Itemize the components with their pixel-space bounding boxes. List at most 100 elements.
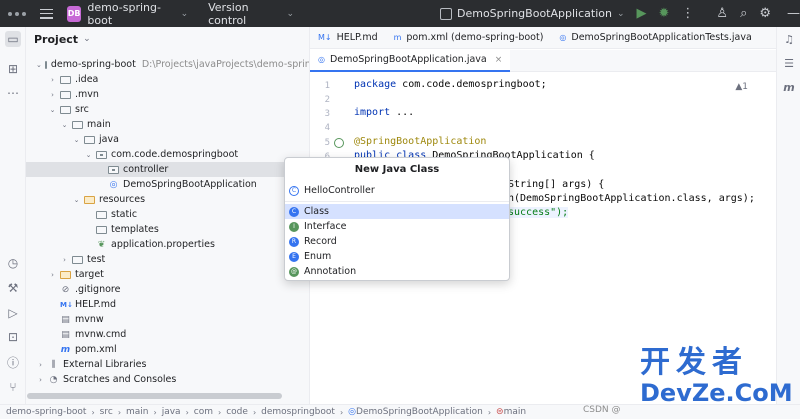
breadcrumb-item[interactable]: code bbox=[226, 407, 248, 417]
tree-item[interactable]: ⌄ src bbox=[26, 102, 309, 117]
tree-item[interactable]: ⌄ main bbox=[26, 117, 309, 132]
terminal-tool-icon[interactable]: ⊡ bbox=[5, 329, 21, 345]
build-tool-icon[interactable]: ⚒ bbox=[5, 280, 21, 296]
chevron-right-icon[interactable]: › bbox=[36, 376, 45, 384]
editor-tab[interactable]: M↓ HELP.md bbox=[310, 27, 386, 49]
code-line-3[interactable]: import ... bbox=[354, 107, 414, 118]
breadcrumb-item[interactable]: demospringboot bbox=[261, 407, 335, 417]
debug-icon[interactable]: ✹ bbox=[659, 6, 670, 21]
tree-item[interactable]: › target bbox=[26, 267, 309, 282]
breadcrumb-item[interactable]: ◎ DemoSpringBootApplication bbox=[348, 407, 483, 417]
tree-item[interactable]: ⊘ .gitignore bbox=[26, 282, 309, 297]
chevron-down-icon[interactable]: ⌄ bbox=[36, 61, 42, 69]
editor-tab[interactable]: ◎ DemoSpringBootApplication.java × bbox=[310, 49, 511, 72]
class-kind-option[interactable]: E Enum bbox=[285, 249, 509, 264]
tree-item[interactable]: static bbox=[26, 207, 309, 222]
chevron-down-icon[interactable]: ⌄ bbox=[48, 106, 57, 114]
tree-item[interactable]: ▤ mvnw bbox=[26, 312, 309, 327]
minimize-icon[interactable]: — bbox=[787, 6, 800, 21]
git-tool-icon[interactable]: ⑂ bbox=[5, 379, 21, 395]
run-config-selector[interactable]: DemoSpringBootApplication ⌄ bbox=[439, 0, 625, 27]
spring-bean-gutter-icon[interactable] bbox=[334, 138, 344, 148]
chevron-right-icon[interactable]: › bbox=[48, 91, 57, 99]
breadcrumb-item[interactable]: java bbox=[162, 407, 181, 417]
project-switcher[interactable]: demo-spring-boot ⌄ bbox=[81, 0, 188, 27]
breadcrumb-item[interactable]: src bbox=[100, 407, 113, 417]
class-kind-option[interactable]: I Interface bbox=[285, 219, 509, 234]
tree-item-label: mvnw bbox=[75, 314, 104, 325]
tree-item[interactable]: controller bbox=[26, 162, 309, 177]
class-kind-option[interactable]: C Class bbox=[285, 204, 509, 219]
chevron-down-icon[interactable]: ⌄ bbox=[72, 196, 81, 204]
resources-folder-icon bbox=[84, 195, 95, 204]
structure-tool-icon[interactable]: ⊞ bbox=[5, 61, 21, 77]
chevron-right-icon[interactable]: › bbox=[48, 76, 57, 84]
add-user-icon[interactable]: ♙ bbox=[716, 6, 728, 21]
inspection-widget[interactable]: ▲1 bbox=[735, 82, 748, 92]
chevron-right-icon[interactable]: › bbox=[48, 271, 57, 279]
more-actions-icon[interactable]: ⋮ bbox=[681, 6, 694, 21]
more-tools-icon[interactable]: ⋯ bbox=[5, 85, 21, 101]
class-kind-option[interactable]: @ Annotation bbox=[285, 264, 509, 279]
tree-item[interactable]: ⌄ demo-spring-boot D:\Projects\javaProject… bbox=[26, 57, 309, 72]
breadcrumb-item[interactable]: ⊜ main bbox=[496, 407, 526, 417]
chevron-right-icon[interactable]: › bbox=[60, 256, 69, 264]
notifications-icon[interactable]: ♫ bbox=[782, 33, 796, 47]
settings-gear-icon[interactable]: ⚙ bbox=[759, 6, 771, 21]
class-name-input[interactable] bbox=[304, 185, 484, 196]
breadcrumb-item[interactable]: demo-spring-boot bbox=[6, 407, 86, 417]
database-icon[interactable]: ☰ bbox=[782, 57, 796, 71]
tree-item[interactable]: ◎ DemoSpringBootApplication bbox=[26, 177, 309, 192]
maven-tool-icon[interactable]: m bbox=[782, 81, 796, 95]
code-line-6[interactable]: @SpringBootApplication bbox=[354, 136, 486, 147]
code-line-main-signature[interactable]: String[] args) { bbox=[508, 179, 604, 190]
tree-item[interactable]: ❦ application.properties bbox=[26, 237, 309, 252]
test-class-icon: ◎ bbox=[559, 33, 567, 42]
chevron-right-icon: › bbox=[91, 407, 95, 417]
chevron-right-icon: › bbox=[252, 407, 257, 417]
watermark-logo: 开发者 DevZe.CoM bbox=[640, 348, 793, 408]
code-line-string[interactable]: success"); bbox=[508, 207, 569, 218]
close-icon[interactable]: × bbox=[495, 55, 503, 65]
search-icon[interactable]: ⌕ bbox=[740, 6, 747, 21]
run-icon[interactable]: ▶ bbox=[637, 6, 647, 21]
tree-item[interactable]: › .idea bbox=[26, 72, 309, 87]
tree-item[interactable]: ⌄ com.code.demospringboot bbox=[26, 147, 309, 162]
class-name-field-row: C bbox=[285, 180, 509, 202]
chevron-right-icon[interactable]: › bbox=[36, 361, 45, 369]
chevron-down-icon[interactable]: ⌄ bbox=[72, 136, 81, 144]
services-tool-icon[interactable]: ◷ bbox=[5, 255, 21, 271]
code-line-1[interactable]: package com.code.demospringboot; bbox=[354, 79, 547, 90]
folder-icon bbox=[72, 120, 83, 129]
window-menu-dots-icon[interactable] bbox=[8, 11, 26, 16]
horizontal-scrollbar[interactable] bbox=[27, 393, 282, 399]
vcs-widget[interactable]: Version control ⌄ bbox=[202, 0, 294, 27]
problems-tool-icon[interactable]: ⓘ bbox=[5, 354, 21, 370]
project-tool-icon[interactable]: ▭ bbox=[5, 31, 21, 47]
tree-item[interactable]: M↓ HELP.md bbox=[26, 297, 309, 312]
breadcrumb-item[interactable]: main bbox=[126, 407, 149, 417]
main-menu-icon[interactable] bbox=[40, 8, 53, 19]
code-line-run[interactable]: n(DemoSpringBootApplication.class, args)… bbox=[508, 193, 755, 204]
chevron-down-icon[interactable]: ⌄ bbox=[60, 121, 69, 129]
tree-item[interactable]: › ⫼ External Libraries bbox=[26, 357, 309, 372]
tree-item[interactable]: ⌄ resources bbox=[26, 192, 309, 207]
tree-item-label: application.properties bbox=[111, 239, 215, 250]
tree-item[interactable]: › ◔ Scratches and Consoles bbox=[26, 372, 309, 387]
interface-icon: I bbox=[289, 221, 299, 232]
tree-item[interactable]: › .mvn bbox=[26, 87, 309, 102]
editor-tab[interactable]: m pom.xml (demo-spring-boot) bbox=[386, 27, 552, 49]
tree-item[interactable]: m pom.xml bbox=[26, 342, 309, 357]
tree-item[interactable]: › test bbox=[26, 252, 309, 267]
breadcrumb-item[interactable]: com bbox=[194, 407, 213, 417]
editor-tab[interactable]: ◎ DemoSpringBootApplicationTests.java bbox=[551, 27, 759, 49]
tree-item[interactable]: ⌄ java bbox=[26, 132, 309, 147]
tree-item[interactable]: templates bbox=[26, 222, 309, 237]
project-panel-header[interactable]: Project ⌄ bbox=[26, 27, 309, 51]
tree-item[interactable]: ▤ mvnw.cmd bbox=[26, 327, 309, 342]
run-tool-icon[interactable]: ▷ bbox=[5, 305, 21, 321]
class-kind-option[interactable]: R Record bbox=[285, 234, 509, 249]
chevron-down-icon[interactable]: ⌄ bbox=[84, 151, 93, 159]
folder-icon bbox=[60, 105, 71, 114]
dialog-title: New Java Class bbox=[354, 163, 440, 175]
